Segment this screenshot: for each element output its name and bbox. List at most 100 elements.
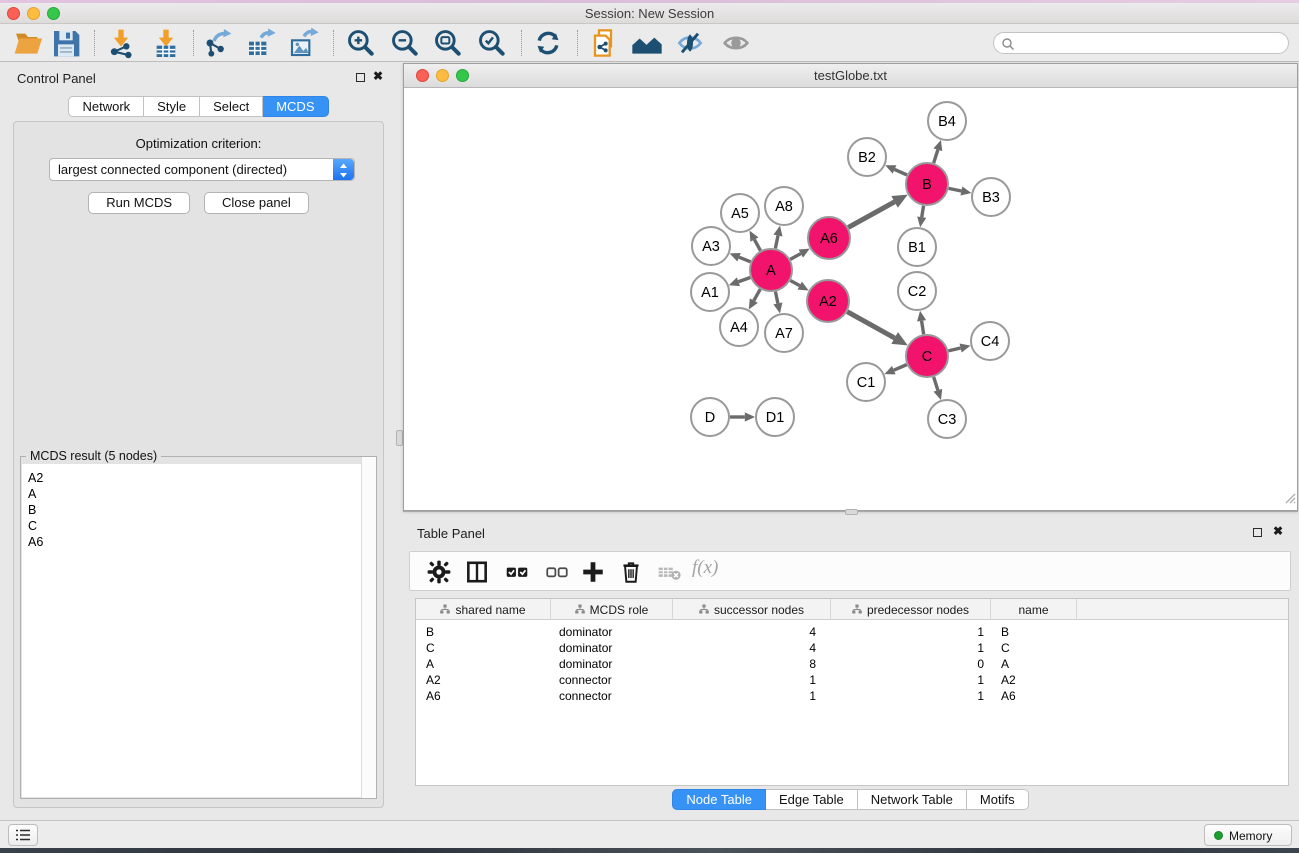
zoom-in-icon[interactable] [345, 27, 377, 59]
memory-button[interactable]: Memory [1204, 824, 1292, 846]
table-row[interactable]: Adominator80A [416, 656, 1288, 672]
tab-motifs[interactable]: Motifs [967, 789, 1029, 810]
node-label-C: C [922, 349, 932, 365]
table-cell: dominator [551, 624, 673, 640]
home-neighbors-icon[interactable] [631, 27, 663, 59]
graph-edge-B-B2[interactable] [895, 169, 907, 175]
graph-edge-B-B1[interactable] [922, 206, 924, 217]
zoom-out-icon[interactable] [389, 27, 421, 59]
export-table-icon[interactable] [245, 27, 277, 59]
column-header-shared-name[interactable]: shared name [416, 599, 551, 620]
import-table-icon[interactable] [150, 27, 182, 59]
graph-edge-A-A8[interactable] [775, 236, 778, 249]
graph-edge-A-A5[interactable] [754, 240, 760, 251]
graph-edge-C-C2[interactable] [922, 321, 924, 334]
graph-edge-B-B4[interactable] [934, 150, 938, 163]
close-panel-icon[interactable]: ✖ [373, 69, 383, 83]
column-header-name[interactable]: name [991, 599, 1077, 620]
table-settings-gear-icon[interactable] [426, 559, 452, 585]
graph-edge-A6-B[interactable] [848, 202, 894, 228]
graph-edge-C-C1[interactable] [894, 365, 907, 371]
graph-edge-A-A1[interactable] [738, 277, 750, 281]
horizontal-splitter-handle[interactable] [845, 509, 858, 515]
table-cell: A [416, 656, 551, 672]
graph-edge-C-C4[interactable] [948, 348, 960, 351]
task-history-button[interactable] [8, 824, 38, 846]
vertical-splitter-handle[interactable] [396, 430, 403, 446]
tab-network[interactable]: Network [68, 96, 144, 117]
edge-arrowhead [773, 302, 782, 313]
graph-edge-A-A6[interactable] [790, 254, 801, 260]
graph-edge-A-A7[interactable] [775, 292, 777, 304]
table-cell: A6 [991, 688, 1077, 704]
close-panel-button[interactable]: Close panel [204, 192, 309, 214]
search-input[interactable] [1018, 34, 1280, 52]
import-network-icon[interactable] [105, 27, 137, 59]
node-label-B: B [922, 177, 932, 193]
graph-edge-C-C3[interactable] [934, 377, 938, 390]
table-row[interactable]: Bdominator41B [416, 624, 1288, 640]
search-field[interactable] [993, 32, 1289, 54]
table-cell: B [991, 624, 1077, 640]
table-panel-tabs: Node TableEdge TableNetwork TableMotifs [403, 789, 1298, 810]
network-canvas[interactable]: AA1A2A3A4A5A6A7A8BB1B2B3B4CC1C2C3C4DD1 [404, 88, 1297, 510]
table-row[interactable]: A2connector11A2 [416, 672, 1288, 688]
refresh-icon[interactable] [532, 27, 564, 59]
zoom-fit-icon[interactable] [432, 27, 464, 59]
unselect-all-icon[interactable] [544, 559, 570, 585]
export-network-icon[interactable] [202, 27, 234, 59]
graph-edge-A2-C[interactable] [847, 312, 894, 338]
mcds-tab-content: Optimization criterion: largest connecte… [13, 121, 384, 808]
run-mcds-button[interactable]: Run MCDS [88, 192, 190, 214]
export-image-icon[interactable] [288, 27, 320, 59]
mcds-result-item[interactable]: A6 [22, 534, 375, 550]
tab-select[interactable]: Select [200, 96, 263, 117]
table-row[interactable]: Cdominator41C [416, 640, 1288, 656]
node-label-A: A [766, 263, 776, 279]
tab-edge-table[interactable]: Edge Table [766, 789, 858, 810]
duplicate-network-icon[interactable] [589, 27, 621, 59]
task-list-icon [13, 825, 33, 845]
window-resize-grip[interactable] [1282, 490, 1296, 509]
mcds-result-item[interactable]: B [22, 502, 375, 518]
column-label: name [1018, 603, 1048, 617]
close-table-panel-icon[interactable]: ✖ [1273, 524, 1283, 538]
delete-table-icon[interactable] [618, 559, 644, 585]
node-label-A8: A8 [775, 199, 793, 215]
float-panel-icon[interactable] [356, 73, 365, 82]
table-row[interactable]: A6connector11A6 [416, 688, 1288, 704]
graph-edge-A-A4[interactable] [754, 289, 760, 300]
tab-network-table[interactable]: Network Table [858, 789, 967, 810]
save-session-icon[interactable] [50, 27, 82, 59]
edge-arrowhead [933, 140, 942, 151]
node-label-B1: B1 [908, 240, 926, 256]
column-visibility-icon[interactable] [464, 559, 490, 585]
column-header-MCDS-role[interactable]: MCDS role [551, 599, 673, 620]
column-header-successor-nodes[interactable]: successor nodes [673, 599, 831, 620]
network-window-titlebar[interactable]: testGlobe.txt [404, 64, 1297, 88]
mcds-result-item[interactable]: A [22, 486, 375, 502]
tab-mcds[interactable]: MCDS [263, 96, 328, 117]
mcds-list-scrollbar[interactable] [361, 457, 376, 798]
table-cell: 4 [673, 624, 831, 640]
open-file-icon[interactable] [12, 27, 44, 59]
graph-edge-A-A3[interactable] [739, 257, 751, 262]
tab-style[interactable]: Style [144, 96, 200, 117]
mcds-result-item[interactable]: A2 [22, 464, 375, 486]
select-all-icon[interactable] [504, 559, 530, 585]
network-graph[interactable]: AA1A2A3A4A5A6A7A8BB1B2B3B4CC1C2C3C4DD1 [404, 88, 1297, 510]
mcds-result-item[interactable]: C [22, 518, 375, 534]
zoom-selected-icon[interactable] [476, 27, 508, 59]
mcds-result-list[interactable]: A2ABCA6 [22, 464, 375, 797]
graph-edge-B-B3[interactable] [949, 188, 962, 191]
tab-node-table[interactable]: Node Table [672, 789, 766, 810]
graph-edge-A-A2[interactable] [790, 281, 799, 286]
node-label-A4: A4 [730, 320, 748, 336]
node-label-B2: B2 [858, 150, 876, 166]
column-header-predecessor-nodes[interactable]: predecessor nodes [831, 599, 991, 620]
float-table-panel-icon[interactable] [1253, 528, 1262, 537]
hide-graphics-details-icon[interactable] [674, 27, 706, 59]
add-column-icon[interactable] [580, 559, 606, 585]
criterion-select[interactable]: largest connected component (directed) [49, 158, 355, 181]
edge-arrowhead [960, 186, 971, 195]
